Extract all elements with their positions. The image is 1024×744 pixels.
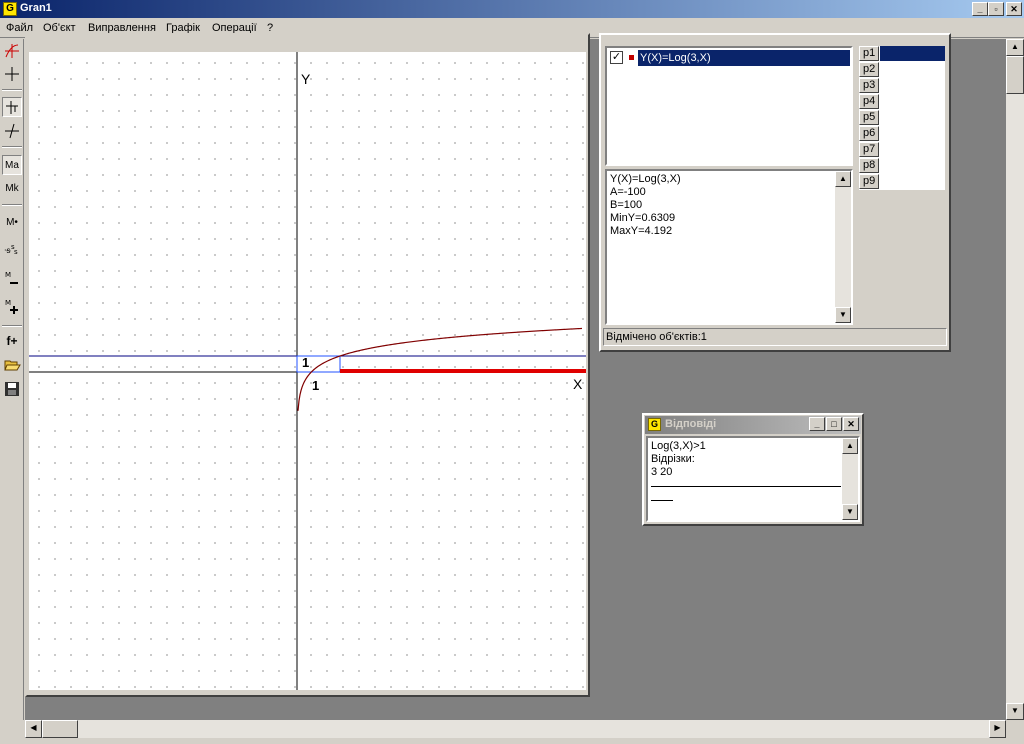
answers-maximize-button[interactable]: □ xyxy=(826,417,842,431)
param-p4[interactable]: p4 xyxy=(859,94,879,109)
answer-line: Log(3,X)>1 xyxy=(651,440,706,452)
param-p7[interactable]: p7 xyxy=(859,142,879,157)
info-scrollbar[interactable]: ▲ ▼ xyxy=(835,171,851,323)
param-p1[interactable]: p1 xyxy=(859,46,879,61)
param-p8[interactable]: p8 xyxy=(859,158,879,173)
graph-tool-icon[interactable] xyxy=(2,41,22,61)
answer-line: Відрізки: xyxy=(651,453,695,465)
label-ma-icon[interactable]: Ma xyxy=(2,155,22,175)
m-minus-icon[interactable]: M xyxy=(2,269,22,289)
toolbar-separator xyxy=(2,89,22,91)
function-color-swatch xyxy=(629,55,634,60)
axis-tool-icon[interactable] xyxy=(2,97,22,117)
svg-text:M: M xyxy=(5,299,11,307)
mdi-workspace: Y X 1 1 ✓ Y(X)=Log(3,X) Y(X)=Log(3,X) A=… xyxy=(25,33,1006,720)
info-line: MaxY=4.192 xyxy=(610,225,673,237)
function-visible-checkbox[interactable]: ✓ xyxy=(610,51,623,64)
app-icon: G xyxy=(648,418,661,431)
svg-text:M: M xyxy=(5,271,11,279)
info-line: MinY=0.6309 xyxy=(610,212,676,224)
param-p6[interactable]: p6 xyxy=(859,126,879,141)
slope-line-icon[interactable] xyxy=(2,121,22,141)
scroll-up-icon[interactable]: ▲ xyxy=(842,438,858,454)
graph-svg: Y X 1 1 xyxy=(29,52,586,690)
svg-text:s: s xyxy=(14,248,18,256)
unit-y-label: 1 xyxy=(302,355,309,370)
scroll-down-icon[interactable]: ▼ xyxy=(842,504,858,520)
param-p2[interactable]: p2 xyxy=(859,62,879,77)
answers-scrollbar[interactable]: ▲ ▼ xyxy=(842,438,858,520)
graph-window: Y X 1 1 xyxy=(25,33,590,697)
horizontal-scroll-thumb[interactable] xyxy=(42,720,78,738)
function-list-item[interactable]: ✓ Y(X)=Log(3,X) xyxy=(610,50,850,66)
answers-close-button[interactable]: ✕ xyxy=(843,417,859,431)
title-bar: G Gran1 _ ▫ ✕ xyxy=(0,0,1024,18)
x-axis-label: X xyxy=(573,376,583,392)
answers-title-bar: G Відповіді _ □ ✕ xyxy=(645,416,861,434)
info-line: Y(X)=Log(3,X) xyxy=(610,173,681,185)
scroll-right-icon[interactable]: ▶ xyxy=(989,720,1006,738)
label-mk-icon[interactable]: Mk xyxy=(2,179,22,199)
graph-canvas[interactable]: Y X 1 1 xyxy=(29,52,586,690)
param-p5[interactable]: p5 xyxy=(859,110,879,125)
objects-panel: ✓ Y(X)=Log(3,X) Y(X)=Log(3,X) A=-100 B=1… xyxy=(599,33,951,352)
scale-s-icon[interactable]: ·ᵴ s s xyxy=(2,239,22,259)
function-info-box: Y(X)=Log(3,X) A=-100 B=100 MinY=0.6309 M… xyxy=(605,169,853,325)
workspace-horizontal-scrollbar[interactable]: ◀ ▶ xyxy=(25,720,1006,738)
answer-line: 3 20 xyxy=(651,466,673,478)
unit-x-label: 1 xyxy=(312,378,319,393)
scroll-up-icon[interactable]: ▲ xyxy=(1006,39,1024,56)
answers-minimize-button[interactable]: _ xyxy=(809,417,825,431)
crosshair-icon[interactable] xyxy=(2,64,22,84)
toolbar-separator xyxy=(2,325,22,327)
param-p9[interactable]: p9 xyxy=(859,174,879,189)
scroll-down-icon[interactable]: ▼ xyxy=(835,307,851,323)
answer-divider xyxy=(651,500,673,501)
y-axis-label: Y xyxy=(301,71,311,87)
scroll-left-icon[interactable]: ◀ xyxy=(25,720,42,738)
app-icon: G xyxy=(3,2,17,16)
parameter-panel: p1 p2 p3 p4 p5 p6 p7 p8 p9 xyxy=(859,46,945,190)
minimize-button[interactable]: _ xyxy=(972,2,988,16)
m-plus-icon[interactable]: M xyxy=(2,297,22,317)
open-folder-icon[interactable] xyxy=(2,355,22,375)
close-button[interactable]: ✕ xyxy=(1006,2,1022,16)
function-list: ✓ Y(X)=Log(3,X) xyxy=(605,46,853,166)
info-line: B=100 xyxy=(610,199,643,211)
parameter-selection xyxy=(880,46,945,61)
toolbar-separator xyxy=(2,146,22,148)
window-title: Gran1 xyxy=(20,2,52,14)
answers-text-area[interactable]: Log(3,X)>1 Відрізки: 3 20 ▲ ▼ xyxy=(646,436,860,522)
svg-text:·ᵴ: ·ᵴ xyxy=(4,246,11,255)
restore-button[interactable]: ▫ xyxy=(988,2,1004,16)
function-entry-label[interactable]: Y(X)=Log(3,X) xyxy=(638,50,850,66)
workspace-vertical-scrollbar[interactable]: ▲ ▼ xyxy=(1006,39,1024,720)
scroll-up-icon[interactable]: ▲ xyxy=(835,171,851,187)
save-disk-icon[interactable] xyxy=(2,379,22,399)
scroll-down-icon[interactable]: ▼ xyxy=(1006,703,1024,720)
vertical-scroll-thumb[interactable] xyxy=(1006,56,1024,94)
toolbar-separator xyxy=(2,204,22,206)
selection-status: Відмічено об'єктів:1 xyxy=(603,328,947,346)
point-m-icon[interactable]: M• xyxy=(2,213,22,233)
param-p3[interactable]: p3 xyxy=(859,78,879,93)
answers-title: Відповіді xyxy=(665,418,717,430)
left-toolbar: Ma Mk M• ·ᵴ s s M M f+ xyxy=(0,39,24,720)
answer-divider xyxy=(651,486,841,487)
info-line: A=-100 xyxy=(610,186,646,198)
function-add-icon[interactable]: f+ xyxy=(2,331,22,351)
answers-window: G Відповіді _ □ ✕ Log(3,X)>1 Відрізки: 3… xyxy=(642,413,864,526)
